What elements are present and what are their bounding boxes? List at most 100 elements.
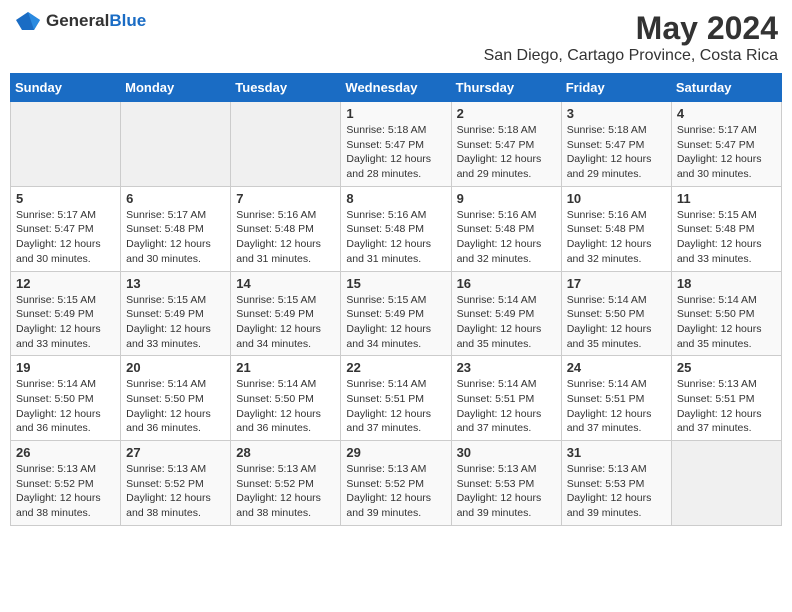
day-number: 5 — [16, 191, 115, 206]
cell-info: Sunrise: 5:13 AMSunset: 5:53 PMDaylight:… — [567, 462, 666, 521]
calendar-cell: 19Sunrise: 5:14 AMSunset: 5:50 PMDayligh… — [11, 356, 121, 441]
cell-info: Sunrise: 5:13 AMSunset: 5:53 PMDaylight:… — [457, 462, 556, 521]
cell-info: Sunrise: 5:14 AMSunset: 5:50 PMDaylight:… — [677, 293, 776, 352]
header-sunday: Sunday — [11, 74, 121, 102]
cell-info: Sunrise: 5:17 AMSunset: 5:48 PMDaylight:… — [126, 208, 225, 267]
logo-icon — [14, 10, 42, 32]
header-tuesday: Tuesday — [231, 74, 341, 102]
day-number: 31 — [567, 445, 666, 460]
calendar-week-1: 1 Sunrise: 5:18 AMSunset: 5:47 PMDaylight… — [11, 102, 782, 187]
calendar-cell: 30 Sunrise: 5:13 AMSunset: 5:53 PMDayligh… — [451, 441, 561, 526]
day-number: 1 — [346, 106, 445, 121]
cell-info: Sunrise: 5:14 AMSunset: 5:51 PMDaylight:… — [567, 377, 666, 436]
calendar-cell: 12 Sunrise: 5:15 AMSunset: 5:49 PMDayligh… — [11, 271, 121, 356]
calendar-cell: 1 Sunrise: 5:18 AMSunset: 5:47 PMDaylight… — [341, 102, 451, 187]
calendar-cell: 10Sunrise: 5:16 AMSunset: 5:48 PMDayligh… — [561, 186, 671, 271]
cell-info: Sunrise: 5:15 AMSunset: 5:49 PMDaylight:… — [346, 293, 445, 352]
day-number: 14 — [236, 276, 335, 291]
day-number: 25 — [677, 360, 776, 375]
cell-info: Sunrise: 5:17 AMSunset: 5:47 PMDaylight:… — [16, 208, 115, 267]
calendar-cell: 7 Sunrise: 5:16 AMSunset: 5:48 PMDaylight… — [231, 186, 341, 271]
calendar-cell — [121, 102, 231, 187]
header-saturday: Saturday — [671, 74, 781, 102]
logo: GeneralBlue — [14, 10, 146, 32]
calendar-cell: 26 Sunrise: 5:13 AMSunset: 5:52 PMDayligh… — [11, 441, 121, 526]
cell-info: Sunrise: 5:14 AMSunset: 5:51 PMDaylight:… — [346, 377, 445, 436]
page-header: GeneralBlue May 2024 San Diego, Cartago … — [10, 10, 782, 65]
calendar-cell — [671, 441, 781, 526]
logo-general: General — [46, 11, 109, 30]
header-friday: Friday — [561, 74, 671, 102]
calendar-cell: 21Sunrise: 5:14 AMSunset: 5:50 PMDayligh… — [231, 356, 341, 441]
calendar-cell: 25 Sunrise: 5:13 AMSunset: 5:51 PMDayligh… — [671, 356, 781, 441]
cell-info: Sunrise: 5:15 AMSunset: 5:49 PMDaylight:… — [236, 293, 335, 352]
day-number: 11 — [677, 191, 776, 206]
day-number: 26 — [16, 445, 115, 460]
cell-info: Sunrise: 5:13 AMSunset: 5:52 PMDaylight:… — [126, 462, 225, 521]
calendar-cell: 9 Sunrise: 5:16 AMSunset: 5:48 PMDaylight… — [451, 186, 561, 271]
cell-info: Sunrise: 5:15 AMSunset: 5:48 PMDaylight:… — [677, 208, 776, 267]
calendar-cell: 13 Sunrise: 5:15 AMSunset: 5:49 PMDayligh… — [121, 271, 231, 356]
day-number: 3 — [567, 106, 666, 121]
cell-info: Sunrise: 5:18 AMSunset: 5:47 PMDaylight:… — [567, 123, 666, 182]
cell-info: Sunrise: 5:18 AMSunset: 5:47 PMDaylight:… — [457, 123, 556, 182]
calendar-week-4: 19 Sunrise: 5:14 AMSunset: 5:50 PMDayligh… — [11, 356, 782, 441]
cell-info: Sunrise: 5:14 AMSunset: 5:49 PMDaylight:… — [457, 293, 556, 352]
calendar-cell — [11, 102, 121, 187]
header-monday: Monday — [121, 74, 231, 102]
cell-info: Sunrise: 5:18 AMSunset: 5:47 PMDaylight:… — [346, 123, 445, 182]
cell-info: Sunrise: 5:16 AMSunset: 5:48 PMDaylight:… — [457, 208, 556, 267]
day-number: 29 — [346, 445, 445, 460]
cell-info: Sunrise: 5:13 AMSunset: 5:52 PMDaylight:… — [236, 462, 335, 521]
cell-info: Sunrise: 5:13 AMSunset: 5:52 PMDaylight:… — [346, 462, 445, 521]
day-number: 8 — [346, 191, 445, 206]
calendar-cell: 6 Sunrise: 5:17 AMSunset: 5:48 PMDaylight… — [121, 186, 231, 271]
calendar-cell: 16Sunrise: 5:14 AMSunset: 5:49 PMDayligh… — [451, 271, 561, 356]
day-number: 7 — [236, 191, 335, 206]
calendar-table: SundayMondayTuesdayWednesdayThursdayFrid… — [10, 73, 782, 526]
calendar-week-2: 5 Sunrise: 5:17 AMSunset: 5:47 PMDaylight… — [11, 186, 782, 271]
cell-info: Sunrise: 5:16 AMSunset: 5:48 PMDaylight:… — [346, 208, 445, 267]
cell-info: Sunrise: 5:15 AMSunset: 5:49 PMDaylight:… — [126, 293, 225, 352]
day-number: 9 — [457, 191, 556, 206]
cell-info: Sunrise: 5:16 AMSunset: 5:48 PMDaylight:… — [236, 208, 335, 267]
calendar-cell: 24 Sunrise: 5:14 AMSunset: 5:51 PMDayligh… — [561, 356, 671, 441]
day-number: 19 — [16, 360, 115, 375]
day-number: 21 — [236, 360, 335, 375]
day-number: 30 — [457, 445, 556, 460]
calendar-cell: 11 Sunrise: 5:15 AMSunset: 5:48 PMDayligh… — [671, 186, 781, 271]
day-number: 17 — [567, 276, 666, 291]
day-number: 12 — [16, 276, 115, 291]
calendar-cell: 27 Sunrise: 5:13 AMSunset: 5:52 PMDayligh… — [121, 441, 231, 526]
day-number: 24 — [567, 360, 666, 375]
page-subtitle: San Diego, Cartago Province, Costa Rica — [484, 47, 778, 65]
calendar-cell: 20Sunrise: 5:14 AMSunset: 5:50 PMDayligh… — [121, 356, 231, 441]
cell-info: Sunrise: 5:15 AMSunset: 5:49 PMDaylight:… — [16, 293, 115, 352]
calendar-cell: 22 Sunrise: 5:14 AMSunset: 5:51 PMDayligh… — [341, 356, 451, 441]
day-number: 27 — [126, 445, 225, 460]
day-number: 15 — [346, 276, 445, 291]
cell-info: Sunrise: 5:16 AMSunset: 5:48 PMDaylight:… — [567, 208, 666, 267]
calendar-cell: 2Sunrise: 5:18 AMSunset: 5:47 PMDaylight… — [451, 102, 561, 187]
calendar-cell: 31 Sunrise: 5:13 AMSunset: 5:53 PMDayligh… — [561, 441, 671, 526]
calendar-week-5: 26 Sunrise: 5:13 AMSunset: 5:52 PMDayligh… — [11, 441, 782, 526]
header-thursday: Thursday — [451, 74, 561, 102]
calendar-cell: 3 Sunrise: 5:18 AMSunset: 5:47 PMDaylight… — [561, 102, 671, 187]
calendar-cell — [231, 102, 341, 187]
calendar-cell: 15 Sunrise: 5:15 AMSunset: 5:49 PMDayligh… — [341, 271, 451, 356]
day-number: 22 — [346, 360, 445, 375]
cell-info: Sunrise: 5:14 AMSunset: 5:50 PMDaylight:… — [126, 377, 225, 436]
cell-info: Sunrise: 5:13 AMSunset: 5:51 PMDaylight:… — [677, 377, 776, 436]
day-number: 13 — [126, 276, 225, 291]
day-number: 28 — [236, 445, 335, 460]
cell-info: Sunrise: 5:13 AMSunset: 5:52 PMDaylight:… — [16, 462, 115, 521]
cell-info: Sunrise: 5:14 AMSunset: 5:51 PMDaylight:… — [457, 377, 556, 436]
day-number: 18 — [677, 276, 776, 291]
calendar-cell: 28 Sunrise: 5:13 AMSunset: 5:52 PMDayligh… — [231, 441, 341, 526]
day-number: 6 — [126, 191, 225, 206]
calendar-cell: 4Sunrise: 5:17 AMSunset: 5:47 PMDaylight… — [671, 102, 781, 187]
calendar-cell: 29 Sunrise: 5:13 AMSunset: 5:52 PMDayligh… — [341, 441, 451, 526]
cell-info: Sunrise: 5:14 AMSunset: 5:50 PMDaylight:… — [567, 293, 666, 352]
header-wednesday: Wednesday — [341, 74, 451, 102]
calendar-header-row: SundayMondayTuesdayWednesdayThursdayFrid… — [11, 74, 782, 102]
